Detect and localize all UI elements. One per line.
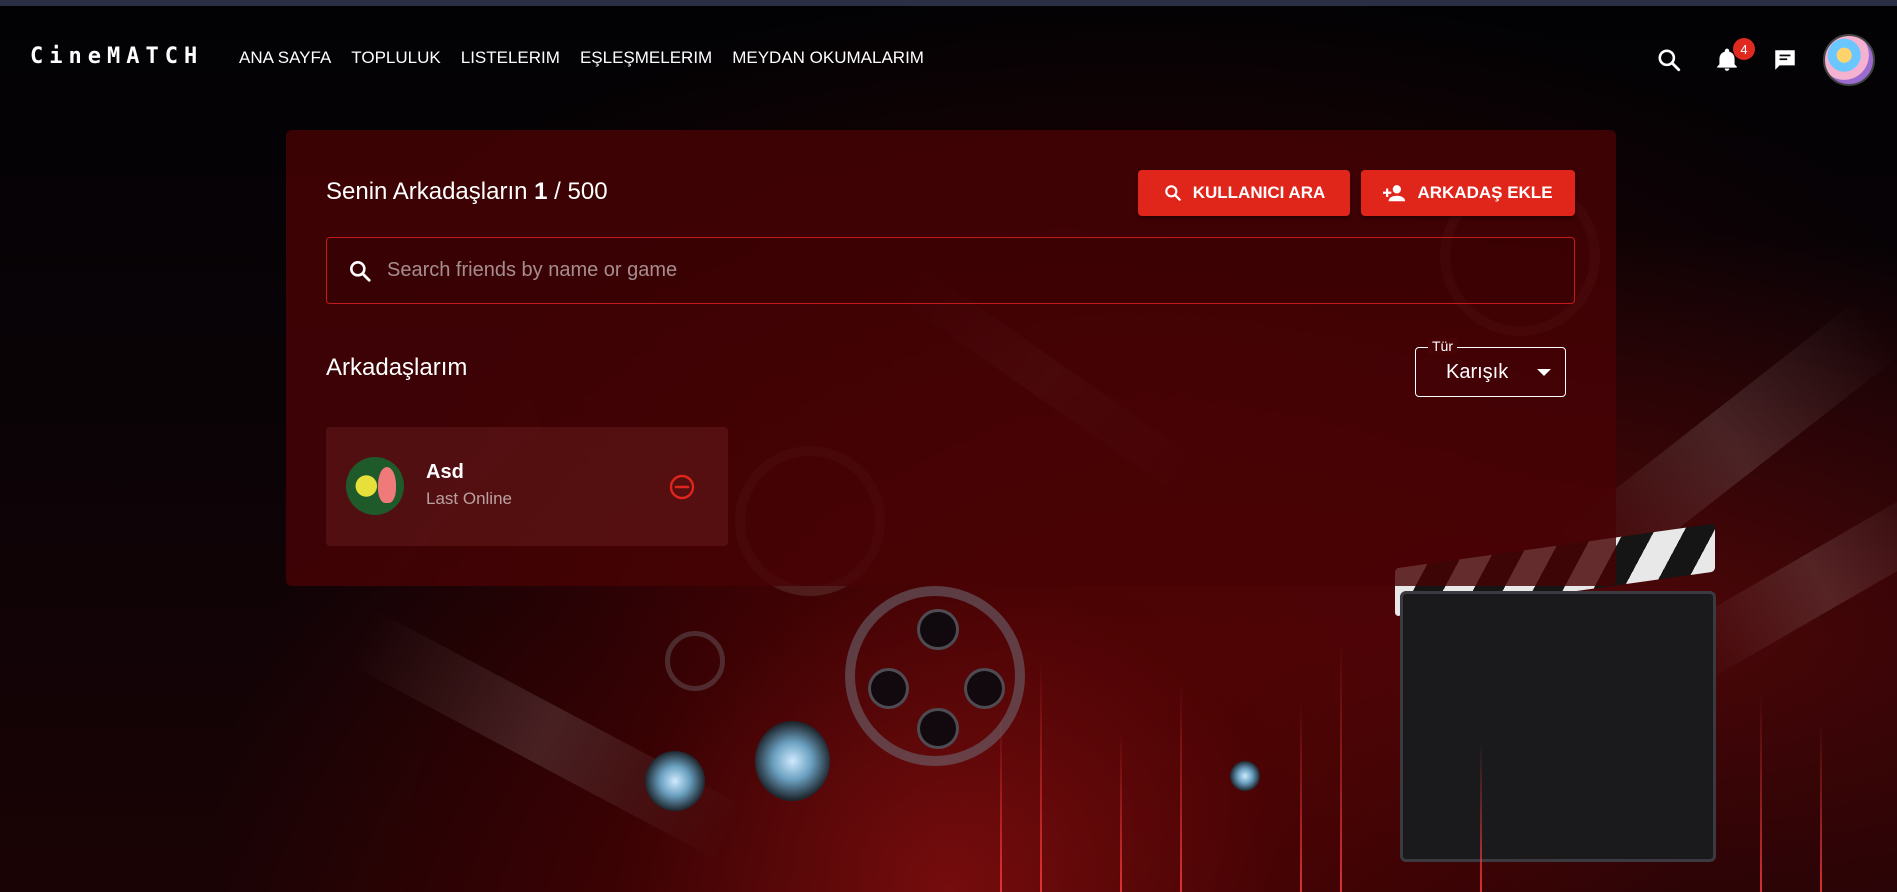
notification-badge: 4 — [1733, 38, 1755, 60]
friends-count-separator: / — [547, 178, 568, 205]
type-filter-select[interactable]: Tür Karışık — [1415, 338, 1566, 397]
nav-link-challenges[interactable]: MEYDAN OKUMALARIM — [732, 48, 924, 68]
main-nav: ANA SAYFA TOPLULUK LISTELERIM EŞLEŞMELER… — [239, 48, 924, 68]
notifications-button[interactable]: 4 — [1707, 38, 1755, 80]
friends-count-title: Senin Arkadaşların 1 / 500 — [326, 178, 608, 206]
user-avatar[interactable] — [1823, 34, 1875, 86]
clapperboard — [1400, 591, 1716, 862]
person-add-icon — [1383, 185, 1406, 202]
friends-limit: 500 — [567, 178, 608, 205]
glow-line — [1120, 732, 1122, 892]
spotlight — [755, 721, 830, 801]
add-friend-label: ARKADAŞ EKLE — [1417, 183, 1553, 202]
glow-line — [1480, 742, 1482, 892]
search-icon — [1658, 49, 1681, 72]
brand-logo[interactable]: CineMATCH — [30, 44, 203, 69]
glow-line — [1340, 642, 1342, 892]
friend-avatar — [346, 457, 404, 515]
friend-card[interactable]: Asd Last Online — [326, 427, 728, 546]
glow-line — [1000, 712, 1002, 892]
caret-down-icon — [1537, 369, 1551, 376]
nav-link-community[interactable]: TOPLULUK — [351, 48, 440, 68]
glow-line — [1820, 722, 1822, 892]
friends-panel: Senin Arkadaşların 1 / 500 KULLANICI ARA… — [286, 130, 1616, 586]
film-reel — [845, 586, 1025, 766]
glow-line — [1040, 662, 1042, 892]
spotlight — [1230, 761, 1260, 791]
friend-name: Asd — [426, 461, 464, 483]
friend-search-field[interactable] — [326, 237, 1575, 304]
search-user-label: KULLANICI ARA — [1192, 183, 1326, 202]
top-navbar: CineMATCH ANA SAYFA TOPLULUK LISTELERIM … — [0, 6, 1897, 101]
film-reel — [665, 631, 725, 691]
type-filter-value: Karışık — [1446, 361, 1509, 383]
nav-link-lists[interactable]: LISTELERIM — [461, 48, 560, 68]
glow-line — [1760, 692, 1762, 892]
add-friend-button[interactable]: ARKADAŞ EKLE — [1361, 170, 1575, 216]
friend-search-input[interactable] — [385, 258, 1489, 283]
glow-line — [1300, 702, 1302, 892]
friends-count: 1 — [534, 178, 548, 205]
glow-line — [1180, 682, 1182, 892]
search-button[interactable] — [1649, 40, 1689, 80]
friend-status: Last Online — [426, 489, 512, 508]
remove-friend-icon[interactable] — [666, 471, 698, 503]
nav-icons: 4 — [1649, 34, 1875, 86]
friends-title-prefix: Senin Arkadaşların — [326, 178, 528, 205]
chat-icon — [1775, 50, 1795, 70]
spotlight — [645, 751, 705, 811]
nav-link-matches[interactable]: EŞLEŞMELERIM — [580, 48, 712, 68]
type-filter-label: Tür — [1428, 338, 1457, 354]
my-friends-heading: Arkadaşlarım — [326, 354, 468, 381]
nav-link-home[interactable]: ANA SAYFA — [239, 48, 331, 68]
search-icon — [1164, 185, 1181, 201]
search-user-button[interactable]: KULLANICI ARA — [1138, 170, 1350, 216]
messages-button[interactable] — [1765, 40, 1805, 80]
search-icon — [350, 260, 371, 282]
